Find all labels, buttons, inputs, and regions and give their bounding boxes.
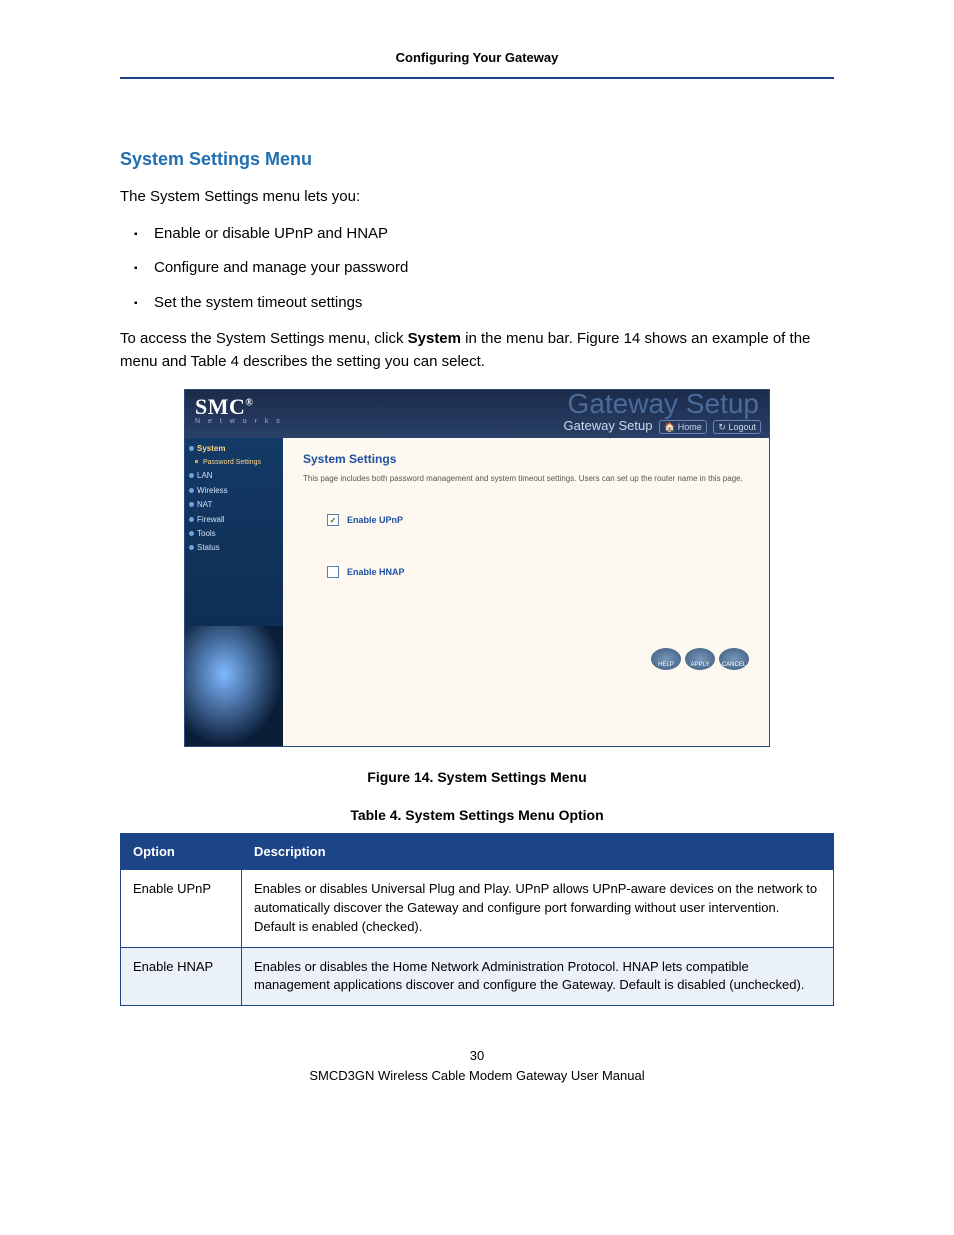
section-title: System Settings Menu bbox=[120, 149, 834, 170]
nav-nat[interactable]: NAT bbox=[189, 498, 279, 512]
page-number: 30 bbox=[120, 1046, 834, 1066]
figure-caption: Figure 14. System Settings Menu bbox=[120, 769, 834, 785]
nav-password-settings[interactable]: Password Settings bbox=[189, 456, 279, 469]
option-label-upnp: Enable UPnP bbox=[347, 515, 403, 525]
table-header-option: Option bbox=[121, 834, 242, 870]
intro-text: The System Settings menu lets you: bbox=[120, 186, 834, 209]
menu-name-bold: System bbox=[408, 330, 461, 347]
logout-link[interactable]: ↻ Logout bbox=[713, 420, 761, 434]
cancel-button[interactable]: CANCEL bbox=[719, 648, 749, 670]
ghost-title: Gateway Setup bbox=[568, 389, 759, 420]
bullet-item: Enable or disable UPnP and HNAP bbox=[154, 223, 834, 246]
access-pre: To access the System Settings menu, clic… bbox=[120, 330, 408, 347]
bullet-list: Enable or disable UPnP and HNAP Configur… bbox=[120, 223, 834, 315]
table-cell-option: Enable HNAP bbox=[121, 947, 242, 1006]
access-paragraph: To access the System Settings menu, clic… bbox=[120, 328, 834, 373]
figure-content: System Settings This page includes both … bbox=[283, 438, 769, 746]
home-link-label: Home bbox=[678, 422, 702, 432]
nav-status[interactable]: Status bbox=[189, 541, 279, 555]
table-caption: Table 4. System Settings Menu Option bbox=[120, 807, 834, 823]
options-table: Option Description Enable UPnP Enables o… bbox=[120, 833, 834, 1006]
sub-title-text: Gateway Setup bbox=[564, 418, 653, 433]
table-header-description: Description bbox=[242, 834, 834, 870]
nav-system[interactable]: System bbox=[189, 442, 279, 456]
button-row: HELP APPLY CANCEL bbox=[651, 648, 749, 670]
sidebar-decorative-image bbox=[185, 626, 283, 746]
home-link[interactable]: 🏠 Home bbox=[659, 420, 707, 434]
checkbox-hnap[interactable] bbox=[327, 566, 339, 578]
figure-screenshot: SMC® N e t w o r k s Gateway Setup Gatew… bbox=[184, 389, 770, 747]
figure-sub-header: Gateway Setup 🏠 Home ↻ Logout bbox=[564, 418, 761, 433]
apply-button[interactable]: APPLY bbox=[685, 648, 715, 670]
panel-title: System Settings bbox=[303, 452, 749, 466]
running-header: Configuring Your Gateway bbox=[120, 50, 834, 79]
panel-description: This page includes both password managem… bbox=[303, 474, 749, 484]
nav-firewall[interactable]: Firewall bbox=[189, 513, 279, 527]
figure-sidebar: System Password Settings LAN Wireless NA… bbox=[185, 438, 283, 746]
nav-lan[interactable]: LAN bbox=[189, 469, 279, 483]
table-cell-description: Enables or disables Universal Plug and P… bbox=[242, 870, 834, 948]
option-label-hnap: Enable HNAP bbox=[347, 567, 405, 577]
table-cell-option: Enable UPnP bbox=[121, 870, 242, 948]
manual-title: SMCD3GN Wireless Cable Modem Gateway Use… bbox=[120, 1066, 834, 1086]
figure-header: SMC® N e t w o r k s Gateway Setup Gatew… bbox=[185, 390, 769, 438]
nav-wireless[interactable]: Wireless bbox=[189, 484, 279, 498]
option-row-hnap: Enable HNAP bbox=[327, 566, 749, 578]
brand-logo: SMC® bbox=[195, 394, 253, 420]
bullet-item: Set the system timeout settings bbox=[154, 292, 834, 315]
help-button[interactable]: HELP bbox=[651, 648, 681, 670]
table-cell-description: Enables or disables the Home Network Adm… bbox=[242, 947, 834, 1006]
checkbox-upnp[interactable]: ✓ bbox=[327, 514, 339, 526]
bullet-item: Configure and manage your password bbox=[154, 257, 834, 280]
logout-link-label: Logout bbox=[728, 422, 756, 432]
brand-logo-text: SMC bbox=[195, 394, 245, 419]
option-row-upnp: ✓ Enable UPnP bbox=[327, 514, 749, 526]
page-footer: 30 SMCD3GN Wireless Cable Modem Gateway … bbox=[120, 1046, 834, 1085]
nav-tools[interactable]: Tools bbox=[189, 527, 279, 541]
brand-logo-subtitle: N e t w o r k s bbox=[195, 418, 283, 425]
